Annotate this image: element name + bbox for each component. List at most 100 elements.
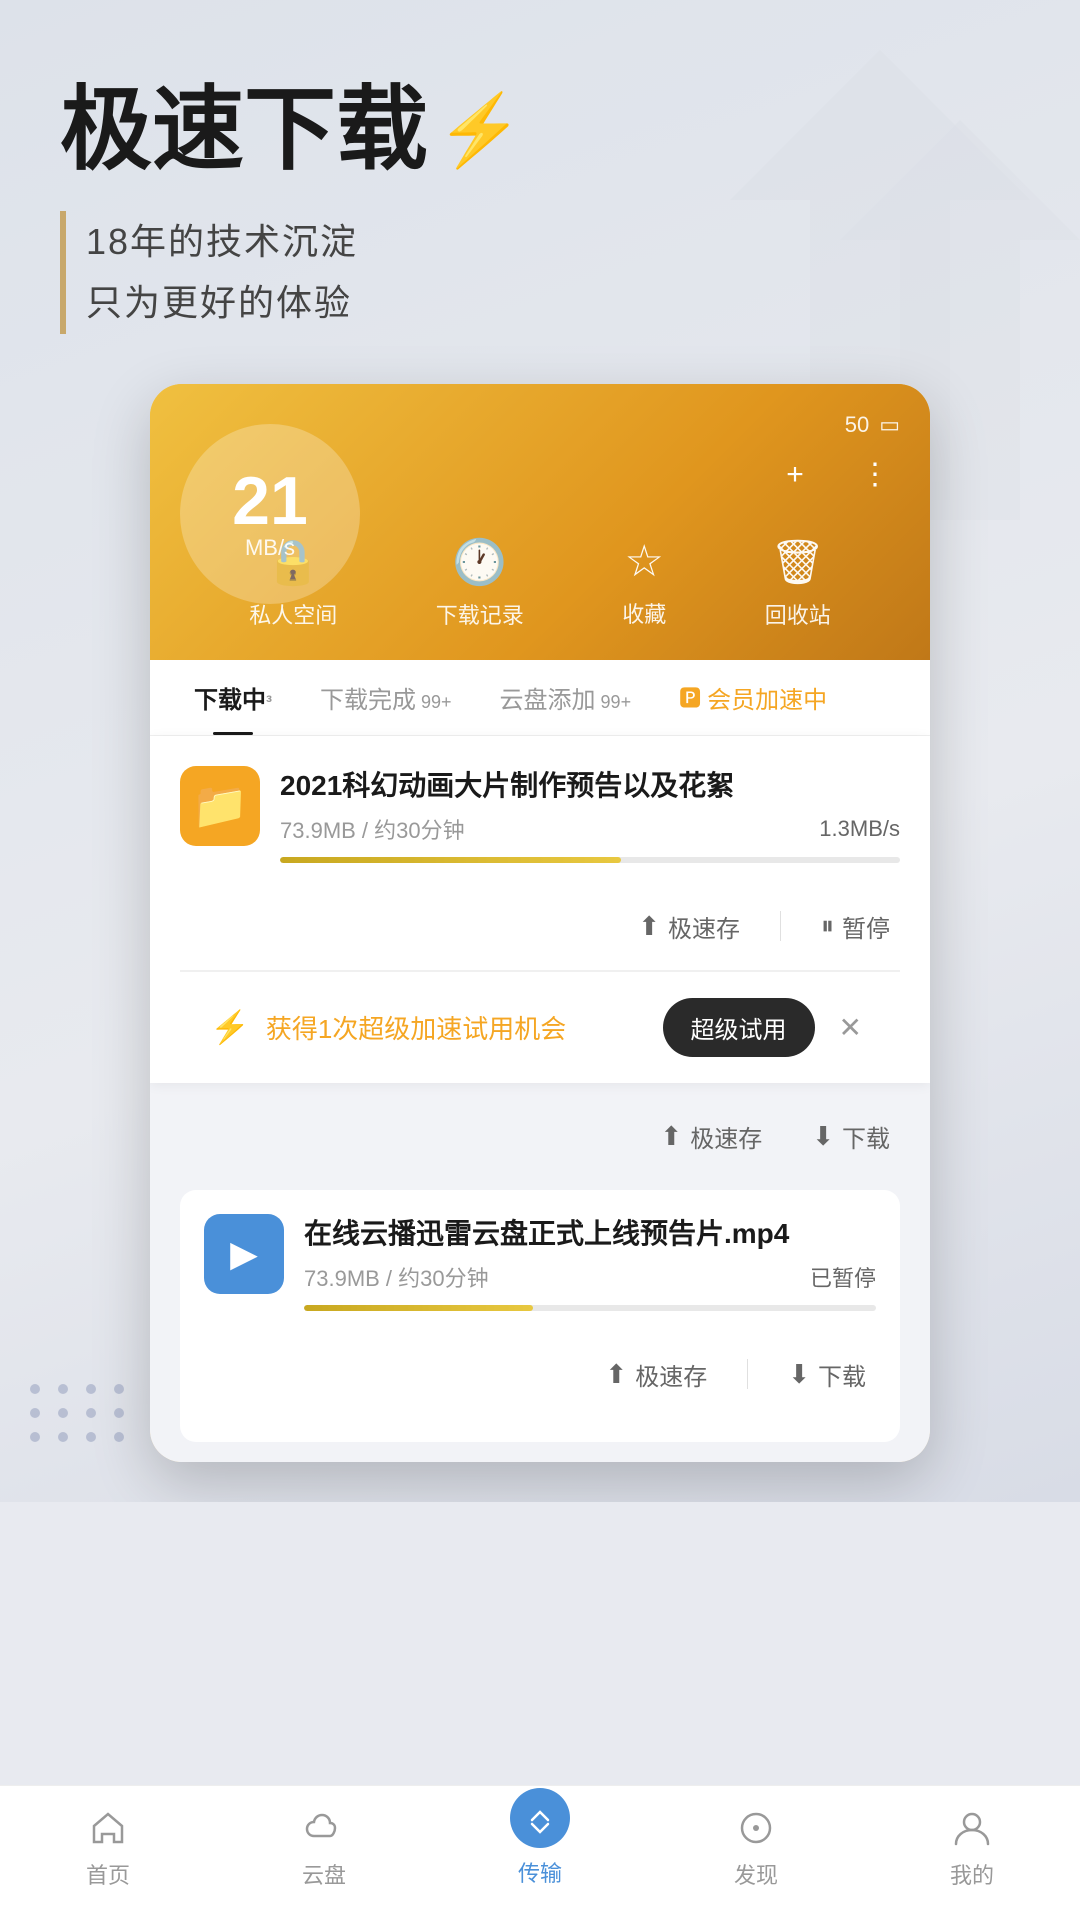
progress-bar-2 [304, 1305, 876, 1311]
dots-decoration [30, 1384, 128, 1442]
nav-profile[interactable]: 我的 [912, 1806, 1032, 1890]
download-history-label: 下载记录 [436, 598, 524, 630]
nav-discover-label: 发现 [734, 1858, 778, 1890]
add-button[interactable]: + [770, 450, 820, 500]
history-icon: 🕐 [452, 536, 507, 588]
tab-cloud-label: 云盘添加 [500, 687, 596, 714]
trial-lightning-icon: ⚡ [210, 1008, 250, 1046]
ultra-save-label-2: 极速存 [690, 1119, 762, 1154]
nav-home-label: 首页 [86, 1858, 130, 1890]
download-label-2: 下载 [842, 1119, 890, 1154]
quick-favorites[interactable]: ☆ 收藏 [622, 536, 666, 630]
hero-title: 极速下载 ⚡ [60, 80, 1020, 181]
vip-icon: 🅿 [679, 681, 701, 713]
downloading-badge: ³ [266, 692, 272, 712]
download-size-1: 73.9MB / 约30分钟 [280, 813, 465, 845]
download-size-2: 73.9MB / 约30分钟 [304, 1261, 489, 1293]
download-meta-1: 73.9MB / 约30分钟 1.3MB/s [280, 813, 900, 845]
download-info-2: 在线云播迅雷云盘正式上线预告片.mp4 73.9MB / 约30分钟 已暂停 [304, 1214, 876, 1311]
download-list: 📁 2021科幻动画大片制作预告以及花絮 73.9MB / 约30分钟 1.3M… [150, 736, 930, 1462]
upload-icon: ⬆ [638, 911, 660, 942]
bottom-navigation: 首页 云盘 传输 发现 我的 [0, 1785, 1080, 1920]
tab-downloading-label: 下载中 [194, 687, 266, 714]
upload-icon-3: ⬆ [605, 1359, 627, 1390]
pause-icon: ⏸ [821, 910, 834, 942]
nav-discover[interactable]: 发现 [696, 1806, 816, 1890]
download-card-1: 📁 2021科幻动画大片制作预告以及花絮 73.9MB / 约30分钟 1.3M… [150, 736, 930, 1083]
compass-icon [734, 1806, 778, 1850]
speed-unit: MB/s [245, 535, 295, 561]
progress-bar-1 [280, 857, 900, 863]
completed-badge: 99+ [416, 692, 452, 712]
nav-home[interactable]: 首页 [48, 1806, 168, 1890]
tab-bar: 下载中³ 下载完成 99+ 云盘添加 99+ 🅿 会员加速中 [150, 660, 930, 736]
download-actions-1: ⬆ 极速存 ⏸ 暂停 [180, 883, 900, 971]
download-label-3: 下载 [818, 1357, 866, 1392]
trial-text: 获得1次超级加速试用机会 [266, 1009, 647, 1046]
download-icon-2: ⬇ [812, 1121, 834, 1152]
progress-fill-2 [304, 1305, 533, 1311]
download-item-1: 📁 2021科幻动画大片制作预告以及花絮 73.9MB / 约30分钟 1.3M… [180, 766, 900, 883]
download-speed-1: 1.3MB/s [819, 816, 900, 842]
trial-button[interactable]: 超级试用 [663, 998, 815, 1057]
cloud-icon [302, 1806, 346, 1850]
cloud-actions-row: ⬆ 极速存 ⬇ 下载 ▶ 在线云播迅雷云盘正式上线 [150, 1083, 930, 1462]
home-icon [86, 1806, 130, 1850]
speed-number: 21 [232, 467, 308, 535]
tab-completed[interactable]: 下载完成 99+ [296, 660, 476, 735]
download-btn-2[interactable]: ⬇ 下载 [802, 1113, 900, 1160]
tab-vip[interactable]: 🅿 会员加速中 [655, 660, 851, 735]
quick-download-history[interactable]: 🕐 下载记录 [436, 536, 524, 630]
download-btn-3[interactable]: ⬇ 下载 [778, 1351, 876, 1398]
quick-recycle[interactable]: 🗑 回收站 [765, 536, 831, 630]
ultra-save-label-1: 极速存 [668, 909, 740, 944]
folder-icon: 📁 [180, 766, 260, 846]
lightning-decoration-icon: ⚡ [436, 92, 523, 169]
download-status-2: 已暂停 [810, 1261, 876, 1293]
tab-cloud[interactable]: 云盘添加 99+ [476, 660, 656, 735]
action-divider-1 [780, 911, 781, 941]
trash-icon: 🗑 [770, 536, 826, 588]
hero-section: 极速下载 ⚡ 18年的技术沉淀 只为更好的体验 50 ▭ 21 MB/s + ⋮ [0, 0, 1080, 1502]
nav-cloud-label: 云盘 [302, 1858, 346, 1890]
download-info-1: 2021科幻动画大片制作预告以及花絮 73.9MB / 约30分钟 1.3MB/… [280, 766, 900, 863]
cloud-action-buttons: ⬆ 极速存 ⬇ 下载 [180, 1103, 900, 1180]
nav-profile-label: 我的 [950, 1858, 994, 1890]
download-title-1: 2021科幻动画大片制作预告以及花絮 [280, 766, 900, 805]
video-icon: ▶ [204, 1214, 284, 1294]
ultra-save-btn-3[interactable]: ⬆ 极速存 [595, 1351, 717, 1398]
download-item-2: ▶ 在线云播迅雷云盘正式上线预告片.mp4 73.9MB / 约30分钟 已暂停 [204, 1214, 876, 1331]
recycle-label: 回收站 [765, 598, 831, 630]
trial-close-button[interactable]: ✕ [831, 1007, 870, 1048]
star-icon: ☆ [625, 536, 664, 587]
upload-icon-2: ⬆ [660, 1121, 682, 1152]
favorites-label: 收藏 [622, 597, 666, 629]
subtitle-line2: 只为更好的体验 [86, 272, 1020, 333]
phone-mockup: 50 ▭ 21 MB/s + ⋮ 🔒 私人空间 🕐 [150, 384, 930, 1462]
profile-icon [950, 1806, 994, 1850]
nav-transfer-label: 传输 [518, 1856, 562, 1888]
nav-transfer[interactable]: 传输 [480, 1808, 600, 1888]
transfer-icon-bg [510, 1788, 570, 1848]
menu-button[interactable]: ⋮ [850, 450, 900, 500]
tab-downloading[interactable]: 下载中³ [170, 660, 296, 735]
ultra-save-btn-2[interactable]: ⬆ 极速存 [650, 1113, 772, 1160]
super-trial-banner: ⚡ 获得1次超级加速试用机会 超级试用 ✕ [180, 971, 900, 1083]
cloud-badge: 99+ [596, 692, 632, 712]
tab-completed-label: 下载完成 [320, 687, 416, 714]
download-card-2: ▶ 在线云播迅雷云盘正式上线预告片.mp4 73.9MB / 约30分钟 已暂停 [180, 1190, 900, 1442]
hero-subtitle: 18年的技术沉淀 只为更好的体验 [60, 211, 1020, 333]
speed-display: 21 MB/s [180, 424, 360, 604]
ultra-save-btn-1[interactable]: ⬆ 极速存 [628, 903, 750, 950]
download-title-2: 在线云播迅雷云盘正式上线预告片.mp4 [304, 1214, 876, 1253]
pause-label-1: 暂停 [842, 909, 890, 944]
nav-cloud[interactable]: 云盘 [264, 1806, 384, 1890]
subtitle-line1: 18年的技术沉淀 [86, 211, 1020, 272]
progress-fill-1 [280, 857, 621, 863]
battery-level: 50 [845, 412, 869, 438]
download-icon-3: ⬇ [788, 1359, 810, 1390]
download-meta-2: 73.9MB / 约30分钟 已暂停 [304, 1261, 876, 1293]
pause-btn-1[interactable]: ⏸ 暂停 [811, 903, 900, 950]
phone-header: 50 ▭ 21 MB/s + ⋮ 🔒 私人空间 🕐 [150, 384, 930, 660]
action-divider-2 [747, 1359, 748, 1389]
